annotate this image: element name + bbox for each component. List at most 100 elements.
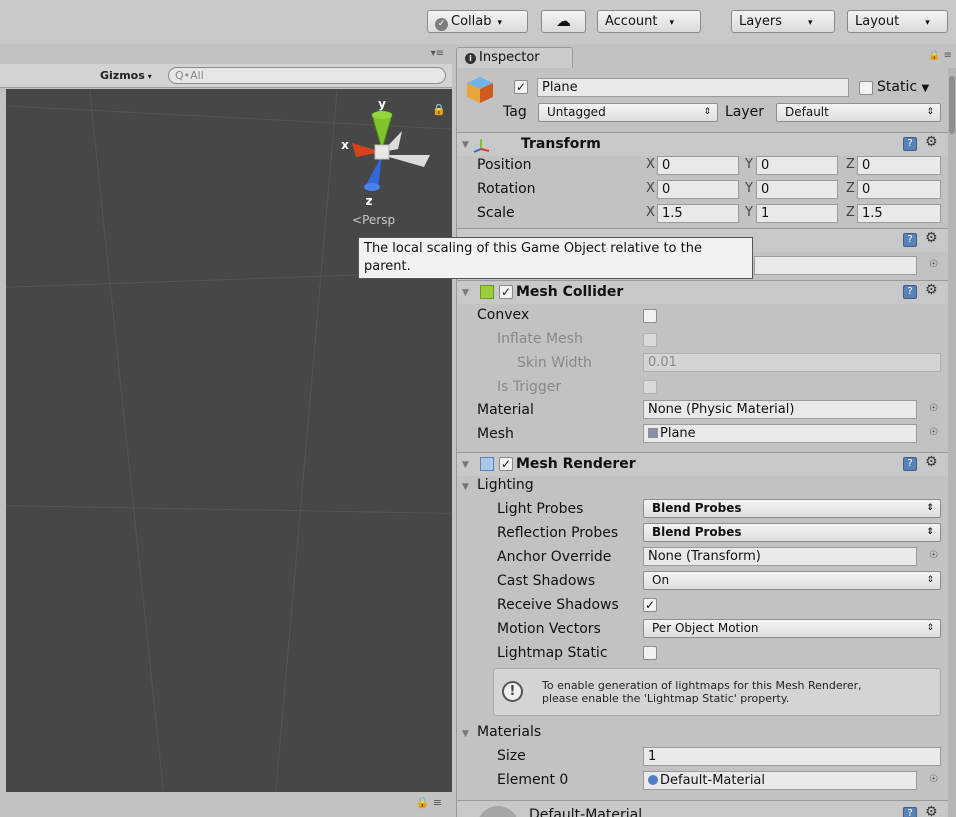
lighting-foldout-icon[interactable]: ▼	[462, 482, 469, 492]
convex-checkbox[interactable]	[643, 309, 657, 323]
account-button[interactable]: Account ▾	[597, 10, 701, 33]
rotation-z-field[interactable]: 0	[857, 180, 941, 199]
object-picker-icon[interactable]: ☉	[929, 550, 938, 561]
cloud-button[interactable]: ☁	[541, 10, 586, 33]
gizmo-center-cube-icon[interactable]	[374, 144, 390, 160]
materials-label[interactable]: Materials	[477, 724, 541, 740]
tag-dropdown[interactable]: Untagged ⇕	[538, 103, 718, 122]
motion-vectors-label: Motion Vectors	[497, 621, 601, 637]
object-picker-icon[interactable]: ☉	[929, 403, 938, 414]
axis-y-label: y	[378, 97, 386, 111]
layer-dropdown[interactable]: Default ⇕	[776, 103, 941, 122]
position-y-field[interactable]: 0	[756, 156, 838, 175]
foldout-icon[interactable]: ▼	[462, 140, 469, 150]
cast-shadows-dropdown[interactable]: On ⇕	[643, 571, 941, 590]
object-name-field[interactable]: Plane	[537, 78, 849, 97]
lighting-label[interactable]: Lighting	[477, 477, 534, 493]
skin-width-field: 0.01	[643, 353, 941, 372]
materials-size-field[interactable]: 1	[643, 747, 941, 766]
gizmos-label: Gizmos	[100, 69, 145, 82]
material-preview-header[interactable]: Default-Material ? ⚙	[457, 800, 948, 817]
inspector-panel: ✓ Plane Static ▼ Tag Untagged ⇕ Layer Def…	[456, 68, 948, 817]
gizmos-dropdown[interactable]: Gizmos ▾	[100, 69, 152, 82]
mesh-collider-header[interactable]: ▼ ✓ Mesh Collider ? ⚙	[457, 280, 948, 304]
axis-z-label: z	[366, 194, 373, 208]
mesh-collider-enabled-checkbox[interactable]: ✓	[499, 285, 513, 299]
help-icon[interactable]: ?	[903, 137, 917, 151]
dropdown-arrow-icon: ▾	[147, 72, 152, 81]
tab-inspector-label: Inspector	[479, 50, 540, 65]
projection-toggle[interactable]: <Persp	[352, 213, 395, 227]
rotation-y-field[interactable]: 0	[756, 180, 838, 199]
inspector-scrollbar[interactable]	[948, 68, 956, 817]
convex-label: Convex	[477, 307, 530, 323]
transform-header[interactable]: ▼ Transform ? ⚙	[457, 132, 948, 156]
element-0-label: Element 0	[497, 772, 569, 788]
rotation-x-field[interactable]: 0	[657, 180, 739, 199]
tab-inspector[interactable]: i Inspector	[456, 47, 573, 68]
lightmap-static-checkbox[interactable]	[643, 646, 657, 660]
foldout-icon[interactable]: ▼	[462, 460, 469, 470]
panel-lock-menu-icon[interactable]: 🔒 ≡	[928, 50, 952, 61]
receive-shadows-checkbox[interactable]: ✓	[643, 598, 657, 612]
dropdown-arrow-icon: ▼	[921, 83, 930, 94]
mesh-field[interactable]: Plane	[643, 424, 917, 443]
anchor-override-field[interactable]: None (Transform)	[643, 547, 917, 566]
axis-x-label: X	[646, 157, 655, 172]
persp-arrow-icon: <	[352, 213, 363, 227]
materials-size-label: Size	[497, 748, 526, 764]
foldout-icon[interactable]: ▼	[462, 288, 469, 298]
gear-icon[interactable]: ⚙	[925, 804, 938, 817]
gear-icon[interactable]: ⚙	[925, 230, 938, 246]
panel-menu-icon[interactable]: ▾≡	[431, 48, 444, 59]
object-picker-icon[interactable]: ☉	[929, 774, 938, 785]
object-picker-icon[interactable]: ☉	[929, 259, 938, 270]
scrollbar-thumb[interactable]	[949, 76, 955, 134]
hidden-object-field[interactable]	[754, 256, 917, 275]
element-0-field[interactable]: Default-Material	[643, 771, 917, 790]
collab-button[interactable]: ✓ Collab ▾	[427, 10, 528, 33]
position-z-field[interactable]: 0	[857, 156, 941, 175]
axis-x-label: X	[646, 181, 655, 196]
scale-x-field[interactable]: 1.5	[657, 204, 739, 223]
axis-z-cone-icon[interactable]	[364, 155, 382, 191]
scene-viewport[interactable]: 🔒 y x z <Persp	[6, 89, 452, 792]
scene-search-input[interactable]: Q•All	[168, 67, 446, 84]
axis-x-label: X	[646, 205, 655, 220]
object-picker-icon[interactable]: ☉	[929, 427, 938, 438]
axis-x-label: x	[341, 138, 349, 152]
layers-label: Layers	[739, 14, 783, 29]
layout-dropdown[interactable]: Layout ▾	[847, 10, 948, 33]
help-icon[interactable]: ?	[903, 233, 917, 247]
light-probes-value: Blend Probes	[652, 501, 742, 515]
static-label: Static	[877, 79, 918, 95]
mesh-renderer-enabled-checkbox[interactable]: ✓	[499, 457, 513, 471]
main-toolbar: ✓ Collab ▾ ☁ Account ▾ Layers ▾ Layout ▾	[0, 0, 956, 44]
help-icon[interactable]: ?	[903, 457, 917, 471]
panel-lock-menu-icon[interactable]: 🔒 ≡	[416, 796, 442, 809]
layers-dropdown[interactable]: Layers ▾	[731, 10, 835, 33]
grid-line	[6, 505, 452, 514]
check-circle-icon: ✓	[435, 18, 448, 31]
physic-material-field[interactable]: None (Physic Material)	[643, 400, 917, 419]
help-icon[interactable]: ?	[903, 285, 917, 299]
static-dropdown[interactable]: Static ▼	[877, 79, 929, 95]
help-icon[interactable]: ?	[903, 807, 917, 817]
static-checkbox[interactable]	[859, 81, 873, 95]
gear-icon[interactable]: ⚙	[925, 134, 938, 150]
scale-z-field[interactable]: 1.5	[857, 204, 941, 223]
is-trigger-checkbox	[643, 380, 657, 394]
materials-foldout-icon[interactable]: ▼	[462, 729, 469, 739]
gear-icon[interactable]: ⚙	[925, 282, 938, 298]
scene-gizmo[interactable]: y x z	[332, 97, 436, 209]
gear-icon[interactable]: ⚙	[925, 454, 938, 470]
axis-y-cone-icon[interactable]	[371, 111, 393, 151]
reflection-probes-dropdown[interactable]: Blend Probes ⇕	[643, 523, 941, 542]
mesh-renderer-header[interactable]: ▼ ✓ Mesh Renderer ? ⚙	[457, 452, 948, 476]
position-x-field[interactable]: 0	[657, 156, 739, 175]
light-probes-dropdown[interactable]: Blend Probes ⇕	[643, 499, 941, 518]
reflection-probes-value: Blend Probes	[652, 525, 742, 539]
scale-y-field[interactable]: 1	[756, 204, 838, 223]
object-active-checkbox[interactable]: ✓	[514, 80, 528, 94]
motion-vectors-dropdown[interactable]: Per Object Motion ⇕	[643, 619, 941, 638]
